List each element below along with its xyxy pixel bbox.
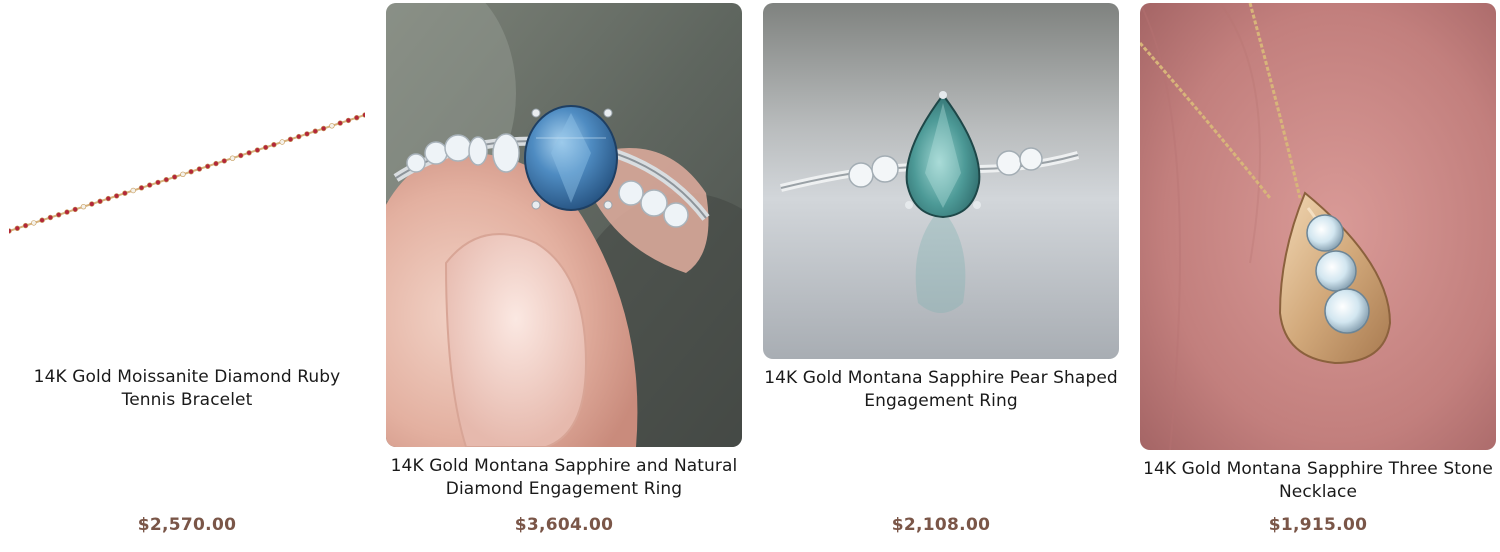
product-card[interactable]: 14K Gold Montana Sapphire Three Stone Ne…	[1140, 0, 1496, 552]
product-image[interactable]	[763, 3, 1119, 359]
product-price: $2,570.00	[137, 515, 237, 535]
product-title[interactable]: 14K Gold Montana Sapphire Pear Shaped En…	[763, 367, 1119, 413]
product-title[interactable]: 14K Gold Montana Sapphire and Natural Di…	[386, 455, 742, 501]
product-card[interactable]: 14K Gold Montana Sapphire Pear Shaped En…	[763, 0, 1119, 552]
product-image[interactable]	[9, 3, 365, 343]
product-price: $1,915.00	[1268, 515, 1368, 535]
product-card[interactable]: 14K Gold Montana Sapphire and Natural Di…	[386, 0, 742, 552]
product-image[interactable]	[1140, 3, 1496, 450]
product-card[interactable]: 14K Gold Moissanite Diamond Ruby Tennis …	[9, 0, 365, 552]
product-image[interactable]	[386, 3, 742, 447]
product-price: $3,604.00	[514, 515, 614, 535]
product-title[interactable]: 14K Gold Moissanite Diamond Ruby Tennis …	[9, 366, 365, 412]
product-price: $2,108.00	[891, 515, 991, 535]
product-grid: 14K Gold Moissanite Diamond Ruby Tennis …	[0, 0, 1500, 552]
product-title[interactable]: 14K Gold Montana Sapphire Three Stone Ne…	[1140, 458, 1496, 504]
